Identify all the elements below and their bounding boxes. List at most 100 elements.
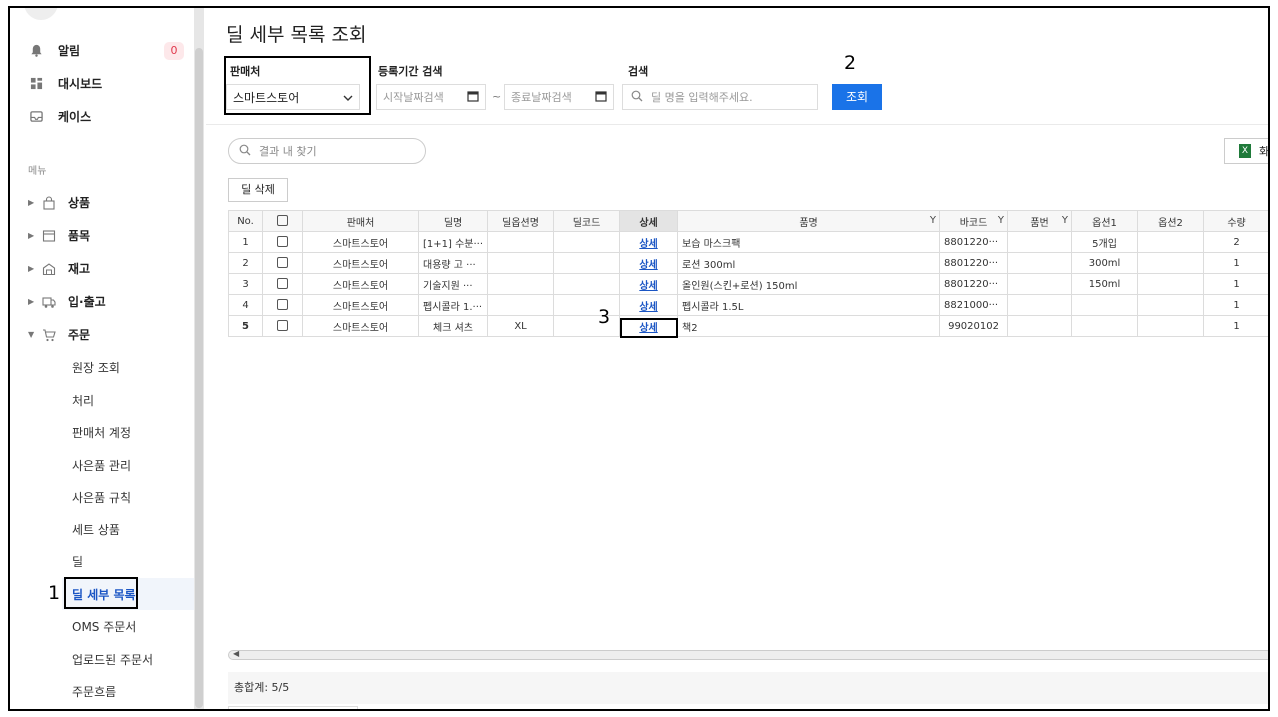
sidebar-item-in-out[interactable]: ▶ 입·출고 — [28, 293, 106, 310]
annotation-box-seller — [224, 56, 371, 115]
sidebar-sub-gift-rules[interactable]: 사은품 규칙 — [72, 489, 131, 506]
col-header-part-no[interactable]: 품번 Y — [1007, 210, 1073, 232]
caret-right-icon: ▶ — [28, 198, 35, 207]
sidebar-item-items[interactable]: ▶ 품목 — [28, 227, 90, 244]
row-checkbox[interactable] — [277, 278, 288, 290]
cell-select[interactable] — [262, 294, 303, 316]
avatar[interactable] — [24, 8, 58, 20]
sidebar-item-products[interactable]: ▶ 상품 — [28, 194, 90, 211]
table-row[interactable]: 5 스마트스토어 체크 셔츠 XL 상세 책2 99020102 1 — [228, 315, 1268, 337]
col-header-product-name[interactable]: 품명 Y — [677, 210, 941, 232]
cell-deal-option — [487, 273, 555, 295]
row-checkbox[interactable] — [277, 320, 288, 332]
scrollbar-thumb[interactable] — [195, 48, 203, 708]
row-checkbox[interactable] — [277, 299, 288, 311]
search-icon — [631, 90, 643, 105]
search-icon — [239, 144, 251, 159]
cell-select[interactable] — [262, 252, 303, 274]
col-header-deal-option[interactable]: 딜옵션명 — [487, 210, 555, 232]
sidebar-item-alerts[interactable]: 알림 — [28, 42, 80, 59]
date-range-separator: ~ — [492, 90, 502, 103]
cell-barcode: 8821000··· — [939, 294, 1009, 316]
search-button[interactable]: 조회 — [832, 84, 882, 110]
detail-link[interactable]: 상세 — [639, 260, 657, 271]
sidebar-sub-order-flow[interactable]: 주문흐름 — [72, 683, 116, 700]
annotation-marker-3: 3 — [598, 306, 611, 328]
sidebar-sub-gift-manage[interactable]: 사은품 관리 — [72, 457, 131, 474]
sidebar-sub-set-products[interactable]: 세트 상품 — [72, 521, 120, 538]
menu-section-title: 메뉴 — [28, 166, 47, 177]
scroll-left-arrow-icon[interactable]: ◀ — [233, 649, 239, 658]
sidebar-sub-uploaded-order[interactable]: 업로드된 주문서 — [72, 651, 153, 668]
sidebar-scrollbar[interactable] — [194, 8, 204, 709]
filter-icon[interactable]: Y — [998, 215, 1004, 226]
select-all-checkbox[interactable] — [277, 215, 288, 227]
col-header-option2[interactable]: 옵션2 — [1137, 210, 1205, 232]
sidebar-item-orders[interactable]: ▼ 주문 — [28, 326, 90, 343]
cell-no: 4 — [228, 294, 263, 316]
col-header-deal-code[interactable]: 딜코드 — [553, 210, 621, 232]
col-header-barcode[interactable]: 바코드 Y — [939, 210, 1009, 232]
cell-detail[interactable]: 상세 — [619, 294, 679, 316]
truck-icon — [42, 295, 58, 309]
cell-part-no — [1007, 294, 1073, 316]
cell-select[interactable] — [262, 231, 303, 253]
col-header-quantity[interactable]: 수량 — [1203, 210, 1268, 232]
deal-search-input[interactable]: 딜 명을 입력해주세요. — [622, 84, 818, 110]
sidebar-item-cases[interactable]: 케이스 — [28, 108, 91, 125]
cell-deal-name: 대용량 고 ··· — [417, 252, 489, 274]
filter-icon[interactable]: Y — [930, 215, 936, 226]
sidebar-sub-ledger[interactable]: 원장 조회 — [72, 359, 120, 376]
result-filter-input[interactable]: 결과 내 찾기 — [228, 138, 426, 164]
table-row[interactable]: 1 스마트스토어 [1+1] 수분··· 상세 보습 마스크팩 8801220··· 5개입… — [228, 231, 1268, 253]
screen-frame: 알림 0 대시보드 케이스 메뉴 ▶ 상품 ▶ 품목 ▶ 재고 ▶ 입·출고 ▼… — [8, 6, 1270, 711]
cell-quantity: 1 — [1203, 294, 1268, 316]
col-header-seller[interactable]: 판매처 — [302, 210, 419, 232]
cell-no: 1 — [228, 231, 263, 253]
tree-label: 주문 — [68, 328, 91, 342]
sidebar-sub-process[interactable]: 처리 — [72, 392, 94, 409]
annotation-marker-2: 2 — [844, 52, 857, 74]
cell-barcode: 99020102 — [939, 315, 1009, 337]
calendar-icon[interactable] — [595, 90, 607, 105]
cell-option1 — [1071, 315, 1139, 337]
table-horizontal-scrollbar[interactable]: ◀ — [228, 649, 1268, 660]
delete-deal-button[interactable]: 딜 삭제 — [228, 178, 288, 202]
end-date-input[interactable]: 종료날짜검색 — [504, 84, 614, 110]
sidebar-item-dashboard[interactable]: 대시보드 — [28, 75, 102, 92]
col-header-label: 바코드 — [959, 217, 988, 229]
result-filter-placeholder: 결과 내 찾기 — [259, 145, 317, 158]
col-header-detail[interactable]: 상세 — [619, 210, 679, 232]
cell-select[interactable] — [262, 273, 303, 295]
period-label: 등록기간 검색 — [378, 65, 443, 78]
start-date-input[interactable]: 시작날짜검색 — [376, 84, 486, 110]
cell-quantity: 1 — [1203, 252, 1268, 274]
cell-detail[interactable]: 상세 — [619, 273, 679, 295]
cell-select[interactable] — [262, 315, 303, 337]
sidebar-sub-oms-order[interactable]: OMS 주문서 — [72, 618, 136, 635]
row-checkbox[interactable] — [277, 257, 288, 269]
row-checkbox[interactable] — [277, 236, 288, 248]
detail-link[interactable]: 상세 — [639, 281, 657, 292]
sidebar-item-inventory[interactable]: ▶ 재고 — [28, 260, 90, 277]
cell-detail[interactable]: 상세 — [619, 231, 679, 253]
cell-product-name: 올인원(스킨+로션) 150ml — [677, 273, 941, 295]
calendar-icon[interactable] — [467, 90, 479, 105]
table-row[interactable]: 2 스마트스토어 대용량 고 ··· 상세 로션 300ml 8801220··· 300m… — [228, 252, 1268, 274]
filter-icon[interactable]: Y — [1062, 215, 1068, 226]
excel-export-button[interactable]: X 화 — [1224, 138, 1268, 164]
detail-link[interactable]: 상세 — [639, 239, 657, 250]
sidebar-sub-deal[interactable]: 딜 — [72, 553, 83, 570]
col-header-option1[interactable]: 옵션1 — [1071, 210, 1139, 232]
cell-detail[interactable]: 상세 — [619, 252, 679, 274]
table-row[interactable]: 3 스마트스토어 기술지원 ··· 상세 올인원(스킨+로션) 150ml 8801220… — [228, 273, 1268, 295]
table-row[interactable]: 4 스마트스토어 펩시콜라 1.··· 상세 펩시콜라 1.5L 8821000··· 1 — [228, 294, 1268, 316]
detail-link[interactable]: 상세 — [639, 302, 657, 313]
caret-right-icon: ▶ — [28, 264, 35, 273]
cell-part-no — [1007, 273, 1073, 295]
inbox-icon — [28, 109, 44, 125]
col-header-deal-name[interactable]: 딜명 — [417, 210, 489, 232]
table-footer-total: 총합계: 5/5 — [228, 672, 1268, 704]
col-header-no[interactable]: No. — [228, 210, 263, 232]
sidebar-sub-seller-account[interactable]: 판매처 계정 — [72, 424, 131, 441]
